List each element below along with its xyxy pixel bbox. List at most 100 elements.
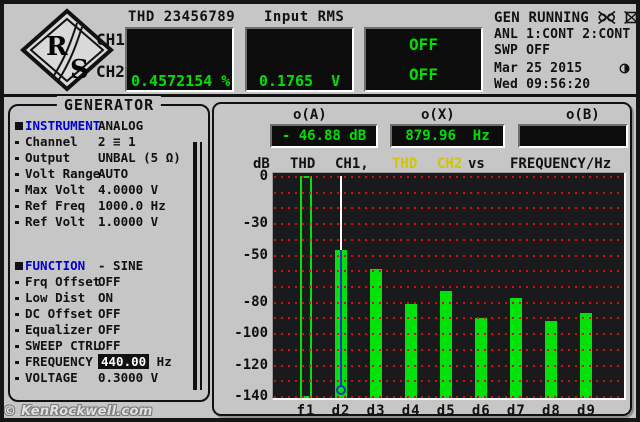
cursor-b-value-display xyxy=(518,124,628,148)
off-row-2: OFF xyxy=(409,65,438,84)
generator-item-equalizer[interactable]: Equalizer OFF xyxy=(10,322,208,338)
grid-line--110db xyxy=(274,349,623,351)
y-tick--80: -80 xyxy=(214,294,268,310)
generator-item-sweep-ctrl[interactable]: SWEEP CTRLOFF xyxy=(10,338,208,354)
generator-item-ref-volt[interactable]: Ref Volt 1.0000 V xyxy=(10,214,208,230)
item-bullet-icon xyxy=(15,345,19,348)
item-value: OFF xyxy=(98,322,121,338)
gen-status-line: GEN RUNNING xyxy=(494,10,639,26)
y-tick--100: -100 xyxy=(214,325,268,341)
trace-label-6: FREQUENCY/Hz xyxy=(510,156,611,172)
cursor-a-label: o(A) xyxy=(293,107,327,123)
x-tick-d4: d4 xyxy=(394,403,428,419)
off-row-1: OFF xyxy=(409,35,438,54)
grid-line--90db xyxy=(274,317,623,319)
cursor-x-value-display: 879.96 Hz xyxy=(390,124,505,148)
item-bullet-icon xyxy=(15,377,19,380)
x-tick-d2: d2 xyxy=(324,403,358,419)
item-value: 0.3000 V xyxy=(98,370,158,386)
x-tick-d8: d8 xyxy=(534,403,568,419)
grid-line--120db xyxy=(274,365,623,367)
grid-line--30db xyxy=(274,223,623,225)
generator-item-dc-offset[interactable]: DC OffsetOFF xyxy=(10,306,208,322)
item-bullet-icon xyxy=(15,329,19,332)
x-tick-d7: d7 xyxy=(499,403,533,419)
item-name: Ref Freq xyxy=(25,198,85,214)
monitor-muted-icon xyxy=(624,11,639,24)
input-rms-title: Input RMS xyxy=(264,9,344,25)
item-bullet-icon xyxy=(15,281,19,284)
item-value: 4.0000 V xyxy=(98,182,158,198)
section-bullet-icon xyxy=(15,122,23,130)
grid-line--10db xyxy=(274,192,623,194)
y-tick--50: -50 xyxy=(214,247,268,263)
item-bullet-icon xyxy=(15,157,19,160)
trace-label-3: THD xyxy=(392,156,417,172)
y-tick-0: 0 xyxy=(214,168,268,184)
bar-chart-plot-area xyxy=(272,172,626,400)
item-value: OFF xyxy=(98,338,121,354)
logo-letter-s: S xyxy=(70,55,89,85)
grid-line--100db xyxy=(274,333,623,335)
grid-line--20db xyxy=(274,207,623,209)
x-tick-d9: d9 xyxy=(569,403,603,419)
item-bullet-icon xyxy=(15,297,19,300)
thd-value: 0.4572154 % xyxy=(127,67,232,92)
item-bullet-icon xyxy=(15,361,19,364)
generator-item-voltage[interactable]: VOLTAGE 0.3000 V xyxy=(10,370,208,386)
grid-line-0db xyxy=(274,176,623,178)
cursor-line-white xyxy=(340,176,342,250)
cursor-a-value-display: - 46.88 dB xyxy=(270,124,378,148)
swp-status-line: SWP OFF xyxy=(494,43,550,58)
grid-line--40db xyxy=(274,239,623,241)
ch1-label: CH1 xyxy=(96,30,125,49)
generator-item-low-dist[interactable]: Low DistON xyxy=(10,290,208,306)
y-tick--30: -30 xyxy=(214,215,268,231)
item-name: Output xyxy=(25,150,70,166)
item-name: FUNCTION xyxy=(25,258,85,274)
item-name: Ref Volt xyxy=(25,214,85,230)
generator-item-output[interactable]: OutputUNBAL (5 Ω) xyxy=(10,150,208,166)
item-name: Frq Offset xyxy=(25,274,100,290)
trace-label-2: CH1, xyxy=(335,156,369,172)
y-tick--120: -120 xyxy=(214,357,268,373)
item-bullet-icon xyxy=(15,189,19,192)
item-value: OFF xyxy=(98,306,121,322)
analyzer-chart-panel: o(A) o(X) o(B) - 46.88 dB 879.96 Hz dBTH… xyxy=(212,102,632,416)
item-bullet-icon xyxy=(15,205,19,208)
rms-value: 0.1765 V xyxy=(247,67,352,92)
generator-item-frequency[interactable]: FREQUENCY440.00 Hz xyxy=(10,354,208,370)
thd-function-title: THD 23456789 xyxy=(128,9,235,25)
watermark-text: © KenRockwell.com xyxy=(3,404,153,419)
grid-line--60db xyxy=(274,270,623,272)
panel-stack-edge-inner xyxy=(200,142,202,390)
item-value: - SINE xyxy=(98,258,143,274)
generator-item-max-volt[interactable]: Max Volt4.0000 V xyxy=(10,182,208,198)
item-value: ANALOG xyxy=(98,118,143,134)
generator-item-ref-freq[interactable]: Ref Freq1000.0 Hz xyxy=(10,198,208,214)
generator-item-function[interactable]: FUNCTION - SINE xyxy=(10,258,208,274)
x-tick-d5: d5 xyxy=(429,403,463,419)
item-name: SWEEP CTRL xyxy=(25,338,100,354)
half-moon-icon xyxy=(619,63,630,74)
generator-item-volt-range[interactable]: Volt RangeAUTO xyxy=(10,166,208,182)
generator-item-frq-offset[interactable]: Frq OffsetOFF xyxy=(10,274,208,290)
grid-line--140db xyxy=(274,396,623,398)
item-value: 1.0000 V xyxy=(98,214,158,230)
bar-d9 xyxy=(580,313,592,398)
x-tick-f1: f1 xyxy=(289,403,323,419)
speaker-muted-icon xyxy=(598,11,616,24)
item-bullet-icon xyxy=(15,313,19,316)
grid-line--130db xyxy=(274,380,623,382)
item-value: OFF xyxy=(98,274,121,290)
generator-item-channel[interactable]: Channel2 ≡ 1 xyxy=(10,134,208,150)
item-name: VOLTAGE xyxy=(25,370,78,386)
generator-item-instrument[interactable]: INSTRUMENTANALOG xyxy=(10,118,208,134)
selected-value-field[interactable]: 440.00 xyxy=(98,354,149,369)
item-value: ON xyxy=(98,290,113,306)
cursor-x-label: o(X) xyxy=(421,107,455,123)
third-measurement-display: OFF OFF xyxy=(364,27,483,92)
item-name: Equalizer xyxy=(25,322,93,338)
logo-letter-r: R xyxy=(46,32,68,62)
trace-label-5: vs xyxy=(468,156,485,172)
